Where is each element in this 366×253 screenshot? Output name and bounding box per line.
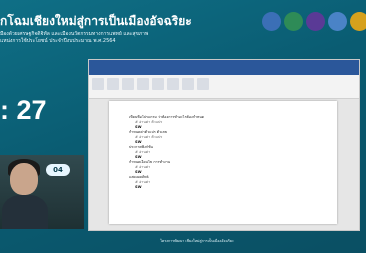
bullets-icon[interactable] <box>152 78 164 90</box>
banner-subtitle-line-1: มืองด้วยเศรษฐกิจดิจิทัล และเมืองนวัตกรรม… <box>0 31 149 37</box>
partner-logos <box>262 12 366 31</box>
font-icon[interactable] <box>107 78 119 90</box>
partner-logo-3 <box>306 12 325 31</box>
partner-logo-4 <box>328 12 347 31</box>
banner-subtitle: มืองด้วยเศรษฐกิจดิจิทัล และเมืองนวัตกรรม… <box>0 31 200 45</box>
partner-logo-1 <box>262 12 281 31</box>
editing-icon[interactable] <box>197 78 209 90</box>
document-title-bar[interactable] <box>89 60 359 69</box>
document-page[interactable]: เขียนชื่อโปรแกรม ว่าต้องการทำอะไรต้องกำห… <box>109 101 337 224</box>
presenter-face <box>10 163 38 195</box>
webcam-badge: 04 <box>46 164 70 176</box>
banner-subtitle-line-2: แหน่งการใช้ประโยชน์ ประจำปีงบประมาณ พ.ศ.… <box>0 38 116 44</box>
document-canvas: เขียนชื่อโปรแกรม ว่าต้องการทำอะไรต้องกำห… <box>89 99 359 230</box>
bold-icon[interactable] <box>122 78 134 90</box>
presenter-body <box>2 195 48 229</box>
document-window[interactable]: เขียนชื่อโปรแกรม ว่าต้องการทำอะไรต้องกำห… <box>88 59 360 231</box>
italic-icon[interactable] <box>137 78 149 90</box>
partner-logo-5 <box>350 12 366 31</box>
presenter-webcam: 04 <box>0 155 84 229</box>
ribbon-toolbar <box>89 75 359 99</box>
styles-icon[interactable] <box>182 78 194 90</box>
paste-icon[interactable] <box>92 78 104 90</box>
footer-credit: โครงการพัฒนา เชียงใหม่สู่การเป็นเมืองอัจ… <box>160 239 234 243</box>
align-icon[interactable] <box>167 78 179 90</box>
partner-logo-2 <box>284 12 303 31</box>
session-counter: : 27 <box>0 95 47 125</box>
document-line: SW <box>135 185 142 189</box>
banner-title: กโฉมเชียงใหม่สู่การเป็นเมืองอัจฉริยะ <box>0 14 192 28</box>
